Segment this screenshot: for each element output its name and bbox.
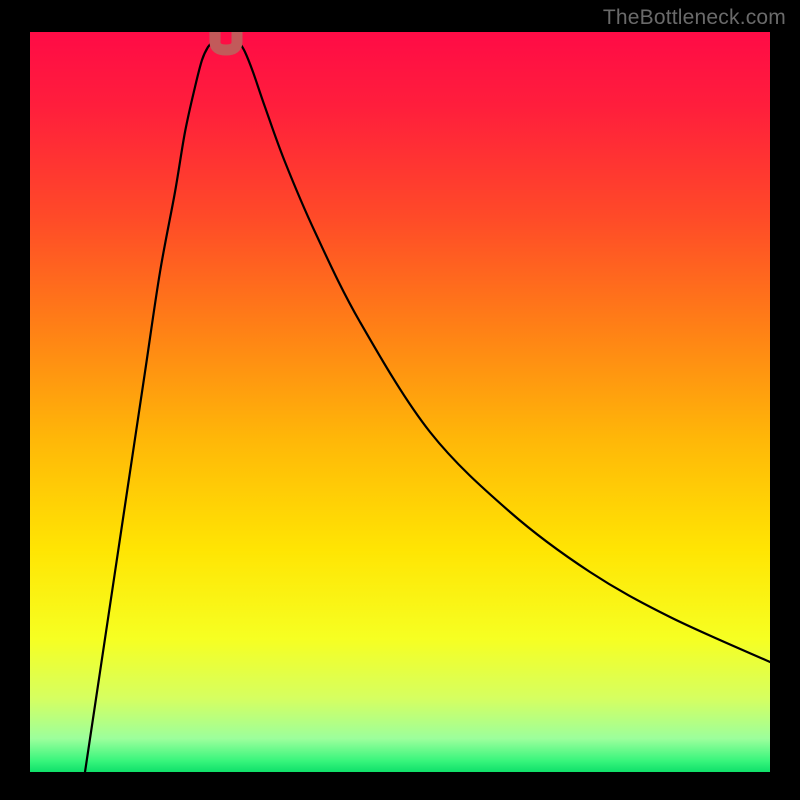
bottleneck-chart — [30, 32, 770, 772]
watermark-text: TheBottleneck.com — [603, 6, 786, 30]
chart-frame — [30, 32, 770, 772]
